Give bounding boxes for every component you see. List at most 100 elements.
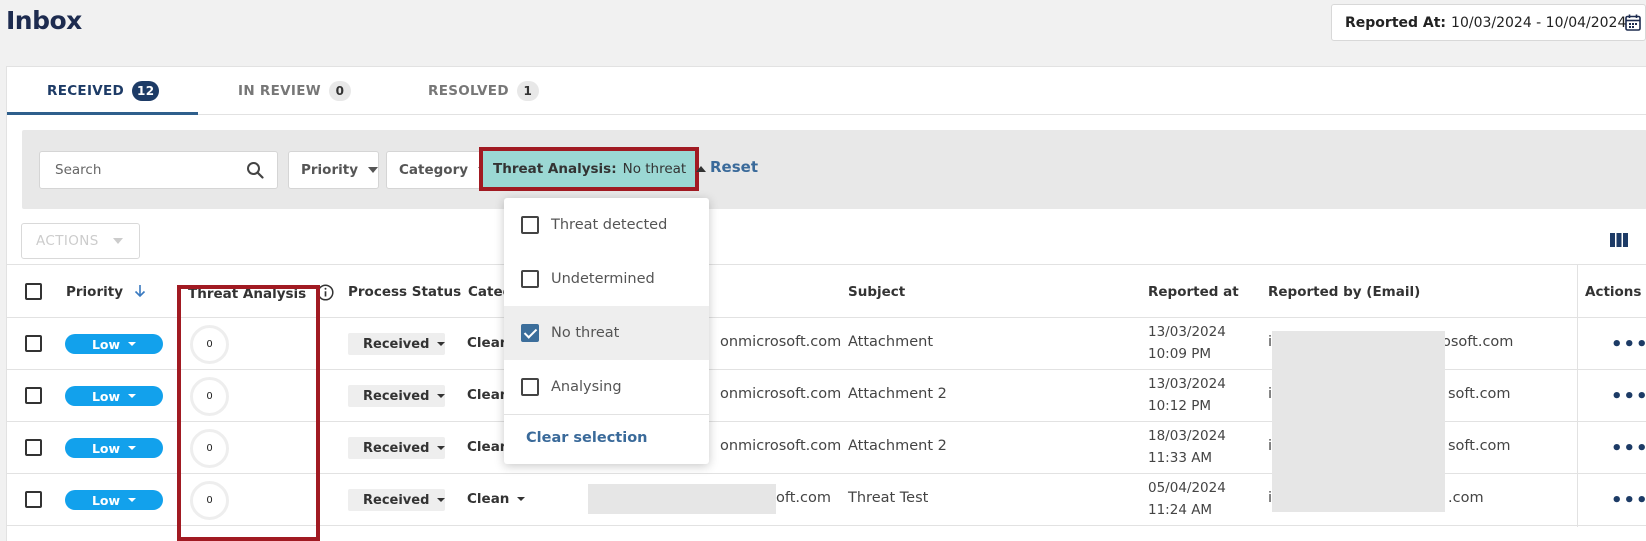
more-actions-icon[interactable]: ••• — [1611, 438, 1646, 459]
bulk-actions-button[interactable]: ACTIONS — [21, 223, 140, 259]
tab-bar: RECEIVED 12 IN REVIEW 0 RESOLVED 1 — [7, 67, 1646, 115]
priority-filter-label: Priority — [301, 162, 358, 178]
columns-icon[interactable] — [1610, 233, 1628, 247]
calendar-icon[interactable] — [1625, 14, 1641, 31]
more-actions-icon[interactable]: ••• — [1611, 386, 1646, 407]
option-checkbox[interactable] — [521, 216, 539, 234]
threat-analysis-dropdown: Threat detected Undetermined No threat A… — [504, 198, 709, 464]
priority-value: Low — [91, 388, 121, 404]
option-checkbox[interactable] — [521, 378, 539, 396]
tab-count-badge: 12 — [132, 81, 160, 101]
threat-analysis-filter-button[interactable]: Threat Analysis: No threat — [479, 147, 707, 191]
subject-cell[interactable]: Attachment 2 — [848, 386, 947, 402]
reported-date: 13/03/2024 — [1148, 324, 1226, 340]
chevron-down-icon — [437, 446, 446, 450]
reported-date: 13/03/2024 — [1148, 376, 1226, 392]
priority-badge[interactable]: Low — [65, 334, 163, 354]
more-actions-icon[interactable]: ••• — [1611, 334, 1646, 355]
more-actions-icon[interactable]: ••• — [1611, 490, 1646, 511]
option-threat-detected[interactable]: Threat detected — [504, 198, 709, 252]
option-no-threat[interactable]: No threat — [504, 306, 709, 360]
reported-by-column-header[interactable]: Reported by (Email) — [1268, 284, 1420, 300]
subject-cell[interactable]: Threat Test — [848, 490, 928, 506]
reported-at-column-header[interactable]: Reported at — [1148, 284, 1239, 300]
active-tab-indicator — [7, 112, 198, 115]
search-input[interactable] — [40, 152, 230, 188]
category-filter-label: Category — [399, 162, 469, 178]
reported-date: 05/04/2024 — [1148, 480, 1226, 496]
priority-filter-button[interactable]: Priority — [288, 151, 379, 189]
reset-filters-link[interactable]: Reset — [710, 158, 758, 176]
row-checkbox[interactable] — [25, 335, 42, 352]
status-value: Received — [363, 492, 430, 508]
priority-badge[interactable]: Low — [65, 490, 163, 510]
page-title: Inbox — [6, 6, 82, 35]
redacted-sender — [588, 484, 776, 514]
priority-badge[interactable]: Low — [65, 438, 163, 458]
priority-value: Low — [91, 440, 121, 456]
search-icon[interactable] — [246, 161, 264, 179]
sender-email: onmicrosoft.com — [720, 334, 842, 350]
tab-in-review[interactable]: IN REVIEW 0 — [238, 81, 351, 101]
threat-filter-value: No threat — [622, 161, 687, 177]
chevron-down-icon — [128, 342, 137, 346]
date-filter-range: 10/03/2024 - 10/04/2024 — [1451, 14, 1627, 31]
row-checkbox[interactable] — [25, 439, 42, 456]
redacted-reporter-emails — [1272, 331, 1445, 512]
priority-badge[interactable]: Low — [65, 386, 163, 406]
sender-email: onmicrosoft.com — [720, 438, 842, 454]
tab-label: RESOLVED — [428, 83, 509, 99]
subject-cell[interactable]: Attachment — [848, 334, 933, 350]
subject-cell[interactable]: Attachment 2 — [848, 438, 947, 454]
option-label: Undetermined — [551, 271, 655, 287]
option-label: No threat — [551, 325, 620, 341]
reporter-email-suffix: osoft.com — [1442, 334, 1514, 350]
process-status-dropdown[interactable]: Received — [348, 437, 446, 459]
status-value: Received — [363, 440, 430, 456]
sender-email: onmicrosoft.com — [720, 386, 842, 402]
option-analysing[interactable]: Analysing — [504, 360, 709, 414]
row-checkbox[interactable] — [25, 491, 42, 508]
chevron-down-icon — [517, 497, 526, 501]
chevron-down-icon — [368, 167, 378, 173]
category-filter-button[interactable]: Category — [386, 151, 489, 189]
tab-resolved[interactable]: RESOLVED 1 — [428, 81, 539, 101]
category-value: Clean — [467, 491, 510, 507]
process-status-dropdown[interactable]: Received — [348, 489, 446, 511]
arrow-down-icon — [134, 285, 145, 298]
date-filter-label: Reported At: — [1345, 14, 1447, 31]
sender-email: oft.com — [776, 490, 831, 506]
filter-bar: Priority Category Threat Analysis: No th… — [22, 130, 1646, 209]
option-undetermined[interactable]: Undetermined — [504, 252, 709, 306]
tab-label: RECEIVED — [47, 83, 125, 99]
chevron-down-icon — [437, 394, 446, 398]
reported-date: 18/03/2024 — [1148, 428, 1226, 444]
select-all-checkbox[interactable] — [25, 283, 42, 300]
subject-column-header[interactable]: Subject — [848, 284, 905, 300]
row-checkbox[interactable] — [25, 387, 42, 404]
tab-count-badge: 1 — [516, 81, 539, 101]
priority-column-header[interactable]: Priority — [66, 284, 146, 300]
actions-label: ACTIONS — [36, 233, 99, 249]
priority-header-label: Priority — [66, 284, 123, 300]
option-checkbox[interactable] — [521, 270, 539, 288]
search-box — [39, 151, 278, 189]
process-status-dropdown[interactable]: Received — [348, 385, 446, 407]
category-dropdown[interactable]: Clean — [467, 491, 526, 507]
tab-label: IN REVIEW — [238, 83, 321, 99]
process-status-column-header[interactable]: Process Status — [348, 284, 461, 300]
reported-at-date-filter[interactable]: Reported At: 10/03/2024 - 10/04/2024 — [1331, 4, 1646, 41]
threat-column-highlight — [177, 285, 320, 541]
priority-value: Low — [91, 336, 121, 352]
clear-selection-link[interactable]: Clear selection — [526, 430, 647, 446]
reporter-email-suffix: soft.com — [1448, 438, 1511, 454]
threat-filter-label: Threat Analysis: — [493, 161, 617, 177]
option-checkbox-checked[interactable] — [521, 324, 539, 342]
status-value: Received — [363, 388, 430, 404]
process-status-dropdown[interactable]: Received — [348, 333, 446, 355]
tab-received[interactable]: RECEIVED 12 — [47, 81, 160, 101]
option-label: Analysing — [551, 379, 622, 395]
reported-time: 10:12 PM — [1148, 398, 1211, 414]
chevron-down-icon — [437, 498, 446, 502]
reported-time: 11:24 AM — [1148, 502, 1213, 518]
